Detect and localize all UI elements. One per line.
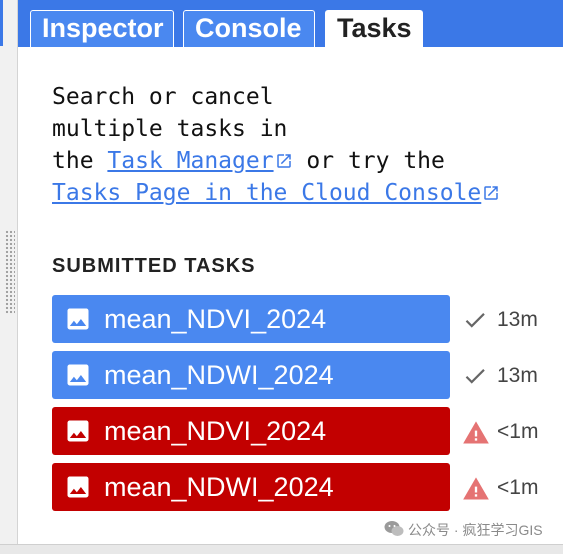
task-row: mean_NDWI_2024 <1m xyxy=(52,463,542,511)
intro-line-2: multiple tasks in xyxy=(52,116,288,142)
task-name: mean_NDWI_2024 xyxy=(104,360,334,390)
tasks-page-cloud-console-link[interactable]: Tasks Page in the Cloud Console xyxy=(52,180,500,206)
image-icon xyxy=(67,308,89,330)
task-row: mean_NDVI_2024 13m xyxy=(52,295,542,343)
image-icon xyxy=(67,476,89,498)
task-duration: 13m xyxy=(497,364,538,387)
tab-inspector[interactable]: Inspector xyxy=(30,10,174,47)
external-link-icon xyxy=(484,186,499,200)
task-button[interactable]: mean_NDWI_2024 xyxy=(52,463,450,511)
task-manager-link[interactable]: Task Manager xyxy=(107,148,292,174)
warning-icon xyxy=(463,477,489,500)
task-duration: <1m xyxy=(497,420,539,443)
intro-or-try-the: or try the xyxy=(292,148,445,174)
task-duration: <1m xyxy=(497,476,539,499)
tab-console[interactable]: Console xyxy=(183,10,315,47)
task-name: mean_NDVI_2024 xyxy=(104,304,327,334)
warning-icon xyxy=(463,421,489,444)
splitter-accent xyxy=(0,0,3,46)
task-row: mean_NDWI_2024 13m xyxy=(52,351,542,399)
tasks-content: Search or cancel multiple tasks in the T… xyxy=(18,47,563,544)
task-name: mean_NDVI_2024 xyxy=(104,416,327,446)
task-button[interactable]: mean_NDVI_2024 xyxy=(52,295,450,343)
task-duration: 13m xyxy=(497,308,538,331)
splitter-grip-handle[interactable] xyxy=(5,230,15,314)
watermark: 公众号 · 疯狂学习GIS xyxy=(384,520,543,540)
image-icon xyxy=(67,364,89,386)
task-name: mean_NDWI_2024 xyxy=(104,472,334,502)
task-button[interactable]: mean_NDWI_2024 xyxy=(52,351,450,399)
intro-text: Search or cancel multiple tasks in the T… xyxy=(52,81,552,209)
tab-tasks[interactable]: Tasks xyxy=(325,10,423,48)
tasks-page-link-label: Tasks Page in the Cloud Console xyxy=(52,180,482,206)
external-link-icon xyxy=(276,154,291,168)
watermark-text: 公众号 · 疯狂学习GIS xyxy=(408,522,543,538)
submitted-tasks-heading: SUBMITTED TASKS xyxy=(52,255,256,277)
check-icon xyxy=(465,313,485,328)
task-manager-link-label: Task Manager xyxy=(107,148,274,174)
intro-line-1: Search or cancel xyxy=(52,84,274,110)
wechat-icon xyxy=(384,521,404,536)
check-icon xyxy=(465,369,485,384)
image-icon xyxy=(67,420,89,442)
tasks-panel-window: Inspector Console Tasks Search or cancel… xyxy=(0,0,563,554)
tab-bar: Inspector Console Tasks xyxy=(18,0,563,48)
panel-splitter[interactable] xyxy=(0,0,18,554)
task-row: mean_NDVI_2024 <1m xyxy=(52,407,542,455)
task-button[interactable]: mean_NDVI_2024 xyxy=(52,407,450,455)
intro-the: the xyxy=(52,148,108,174)
bottom-scroll-bar[interactable] xyxy=(0,544,563,554)
